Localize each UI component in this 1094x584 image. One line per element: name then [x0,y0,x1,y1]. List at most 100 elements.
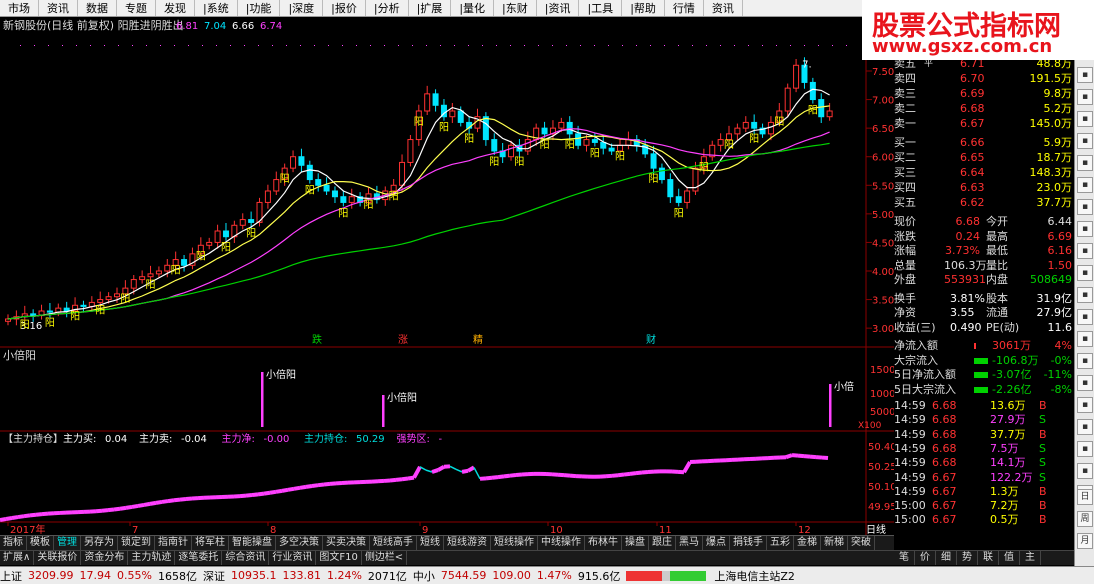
extension-tab-4[interactable]: 逐笔委托 [175,551,223,565]
menu-item-11[interactable]: |量化 [451,0,495,16]
toolbar-icon[interactable]: ▪ [1077,265,1093,281]
toolbar-icon[interactable]: ▪ [1077,309,1093,325]
toolbar-icon[interactable]: ▪ [1077,331,1093,347]
toolbar-icon[interactable]: ▪ [1077,397,1093,413]
tick-price: 6.68 [932,399,957,412]
indicator-tab-8[interactable]: 多空决策 [276,536,323,550]
indicator-tab-11[interactable]: 短线 [417,536,444,550]
indicator-tab-15[interactable]: 布林牛 [585,536,622,550]
toolbar-icon[interactable]: ▪ [1077,441,1093,457]
menu-item-8[interactable]: |报价 [323,0,366,16]
indicator-tab-7[interactable]: 智能操盘 [229,536,276,550]
toolbar-icon[interactable]: ▪ [1077,133,1093,149]
indicator-tab-22[interactable]: 金梯 [794,536,821,550]
toolbar-icon[interactable]: ▪ [1077,199,1093,215]
kline-chart[interactable]: 新钢股份(日线 前复权) 阳胜进阴胜出6.81 7.04 6.66 6.74 7.50 7… [0,17,894,535]
menu-item-5[interactable]: |系统 [195,0,238,16]
menu-item-0[interactable]: 市场 [0,0,39,16]
extension-tab-1[interactable]: 关联报价 [34,551,82,565]
indicator-tab-21[interactable]: 五彩 [767,536,794,550]
toolbar-icon[interactable]: ▪ [1077,353,1093,369]
period-button-2[interactable]: 月 [1077,533,1093,549]
toolbar-icon[interactable]: ▪ [1077,375,1093,391]
bid-label: 买二 [894,151,916,164]
indicator-tab-2[interactable]: 管理 [54,536,81,550]
menu-item-17[interactable]: 资讯 [704,0,743,16]
tick-time: 14:59 [894,456,926,470]
toolbar-icon[interactable]: ▪ [1077,177,1093,193]
indicator-tab-6[interactable]: 将军柱 [192,536,229,550]
tick-volume: 0.5万 [990,513,1019,527]
indicator2-value-0: 0.04 [105,434,127,445]
tick-time: 14:59 [894,427,926,441]
yang-label: 阳 [70,310,80,322]
toolbar-icon[interactable]: ▪ [1077,67,1093,83]
menu-item-1[interactable]: 资讯 [39,0,78,16]
bid-volume: 5.9万 [1043,136,1073,149]
toolbar-icon[interactable]: ▪ [1077,155,1093,171]
ask-volume: 191.5万 [1029,72,1073,85]
extension-tab-3[interactable]: 主力轨迹 [128,551,176,565]
menu-item-10[interactable]: |扩展 [409,0,452,16]
extension-tab-5[interactable]: 综合资讯 [222,551,270,565]
toolbar-icon[interactable]: ▪ [1077,419,1093,435]
indicator-tab-9[interactable]: 买卖决策 [323,536,370,550]
detail-tab-0[interactable]: 笔 [894,551,915,565]
indicator-tab-0[interactable]: 指标 [0,536,27,550]
detail-tab-6[interactable]: 主 [1020,551,1041,565]
menu-item-15[interactable]: |帮助 [622,0,665,16]
indicator-tab-18[interactable]: 黑马 [676,536,703,550]
detail-tab-2[interactable]: 细 [936,551,957,565]
tick-side: S [1039,470,1046,484]
indicator-tab-17[interactable]: 跟庄 [649,536,676,550]
menu-item-3[interactable]: 专题 [117,0,156,16]
indicator-tab-4[interactable]: 锁定到 [118,536,155,550]
indicator1-name: 小倍阳 [3,348,36,362]
detail-tab-5[interactable]: 值 [999,551,1020,565]
indicator-tab-5[interactable]: 指南针 [155,536,192,550]
extension-tab-6[interactable]: 行业资讯 [269,551,317,565]
extension-tab-7[interactable]: 图文F10 [316,551,362,565]
indicator-tab-3[interactable]: 另存为 [81,536,118,550]
detail-tab-4[interactable]: 联 [978,551,999,565]
menu-item-16[interactable]: 行情 [665,0,704,16]
menu-item-4[interactable]: 发现 [156,0,195,16]
indicator-tab-16[interactable]: 操盘 [622,536,649,550]
period-button-0[interactable]: 日 [1077,489,1093,505]
menu-item-13[interactable]: |资讯 [537,0,580,16]
menu-item-2[interactable]: 数据 [78,0,117,16]
toolbar-icon[interactable]: ▪ [1077,221,1093,237]
indicator-tab-12[interactable]: 短线游资 [444,536,491,550]
toolbar-icon[interactable]: ▪ [1077,89,1093,105]
menu-item-7[interactable]: |深度 [280,0,324,16]
toolbar-icon[interactable]: ▪ [1077,243,1093,259]
stat-label: 换手 [894,291,916,305]
period-label[interactable]: 日线 [866,523,886,535]
menu-item-12[interactable]: |东财 [494,0,537,16]
indicator-tab-13[interactable]: 短线操作 [491,536,538,550]
indicator-tab-23[interactable]: 新梯 [821,536,848,550]
time-tick-0: 2017年 [10,523,45,535]
extension-tab-0[interactable]: 扩展∧ [0,551,35,565]
extension-tab-2[interactable]: 资金分布 [81,551,129,565]
toolbar-icon[interactable]: ▪ [1077,463,1093,479]
indicator-tab-19[interactable]: 爆点 [703,536,730,550]
indicator-tab-24[interactable]: 突破 [848,536,875,550]
toolbar-icon[interactable]: ▪ [1077,111,1093,127]
event-marker-0[interactable]: 跌 [312,333,322,346]
event-marker-1[interactable]: 涨 [398,334,408,346]
event-marker-2[interactable]: 精 [473,333,483,346]
menu-item-6[interactable]: |功能 [238,0,281,16]
indicator-tab-10[interactable]: 短线高手 [370,536,417,550]
period-button-1[interactable]: 周 [1077,511,1093,527]
indicator-tab-20[interactable]: 捐钱手 [730,536,767,550]
menu-item-14[interactable]: |工具 [579,0,623,16]
menu-item-9[interactable]: |分析 [366,0,409,16]
toolbar-icon[interactable]: ▪ [1077,287,1093,303]
detail-tab-1[interactable]: 价 [915,551,936,565]
detail-tab-3[interactable]: 势 [957,551,978,565]
indicator-tab-14[interactable]: 中线操作 [538,536,585,550]
event-marker-3[interactable]: 财 [646,333,656,346]
extension-tab-8[interactable]: 侧边栏< [362,551,408,565]
indicator-tab-1[interactable]: 模板 [27,536,54,550]
